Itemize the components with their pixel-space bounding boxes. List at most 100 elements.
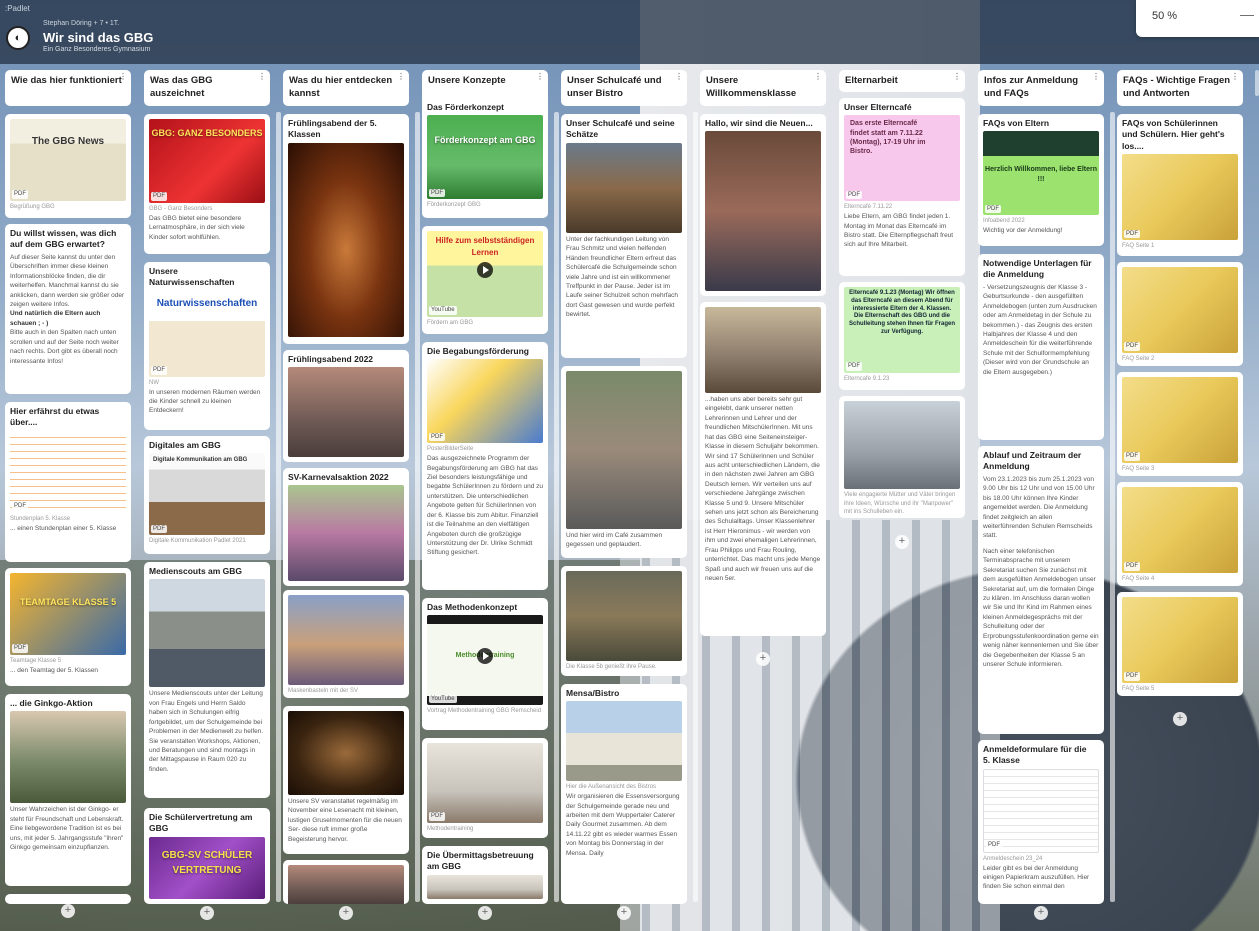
post-card[interactable]: SV-Karnevalsaktion 2022 [283,468,409,586]
column-header[interactable]: Elternarbeit ⋮ [839,70,965,92]
post-card[interactable]: Digitales am GBG Digitale Kommunikation … [144,436,270,554]
post-card[interactable]: ...haben uns aber bereits sehr gut einge… [700,302,826,636]
add-post-icon[interactable]: + [478,906,492,920]
attachment-caption: FAQ Seite 3 [1122,466,1155,472]
post-card[interactable]: PDF FAQ Seite 4 [1117,482,1243,586]
post-card[interactable]: Elterncafé 9.1.23 (Montag) Wir öffnen da… [839,282,965,390]
post-card[interactable] [5,894,131,904]
photo [566,371,682,529]
add-post-icon[interactable]: + [339,906,353,920]
zoom-out-button[interactable]: — [1240,6,1254,22]
column-header[interactable]: FAQs - Wichtige Fragen und Antworten ⋮ [1117,70,1243,106]
zoom-control[interactable]: 50 % — [1136,0,1259,37]
post-card[interactable]: Mensa/Bistro Hier die Außenansicht des B… [561,684,687,904]
more-icon[interactable]: ⋮ [397,73,405,81]
padlet-brand[interactable]: :Padlet [5,4,30,13]
post-title: FAQs von Eltern [983,118,1050,128]
post-card[interactable]: Ablauf und Zeitraum der Anmeldung Vom 23… [978,446,1104,734]
post-card[interactable]: Die Klasse 5b genießt ihre Pause. [561,566,687,676]
post-card[interactable]: Die Übermittagsbetreuung am GBG [422,846,548,904]
page-title: Wir sind das GBG [43,30,154,45]
post-card[interactable]: Hallo, wir sind die Neuen... [700,114,826,296]
post-card[interactable]: TEAMTAGE KLASSE 5 PDF Teamtage Klasse 5 .… [5,568,131,686]
attachment-caption: Förderkonzept GBG [427,202,481,209]
more-icon[interactable]: ⋮ [536,73,544,81]
post-card[interactable]: Notwendige Unterlagen für die Anmeldung … [978,254,1104,440]
post-card[interactable]: FAQs von Eltern Herzlich Willkommen, lie… [978,114,1104,246]
post-card[interactable]: Die Schülervertretung am GBG GBG-SV SCHÜ… [144,808,270,904]
post-card[interactable]: PDF FAQ Seite 2 [1117,262,1243,366]
column-header[interactable]: Wie das hier funktioniert ⋮ [5,70,131,106]
post-card[interactable]: FAQs von Schülerinnen und Schülern. Hier… [1117,114,1243,256]
column-title: Unsere Konzepte [428,75,506,86]
page-subtitle: Ein Ganz Besonderes Gymnasium [43,46,151,53]
post-card[interactable]: Hilfe zum selbstständigen Lernen YouTube … [422,226,548,334]
post-card[interactable]: Hier erfährst du etwas über.... PDF Stun… [5,402,131,562]
column-scrollbar[interactable] [693,112,698,902]
attachment-caption: Die Klasse 5b genießt ihre Pause. [566,664,657,670]
more-icon[interactable]: ⋮ [1231,73,1239,81]
add-post-icon[interactable]: + [1034,906,1048,920]
more-icon[interactable]: ⋮ [258,73,266,81]
post-title: ... die Ginkgo-Aktion [10,698,93,708]
post-card[interactable]: The GBG News PDF Begrüßung GBG [5,114,131,218]
column-header[interactable]: Unsere Willkommensklasse ⋮ [700,70,826,106]
more-icon[interactable]: ⋮ [1092,73,1100,81]
more-icon[interactable]: ⋮ [953,73,961,81]
play-icon[interactable] [477,261,493,278]
board-scrollbar[interactable] [1255,70,1259,96]
post-card[interactable]: Unser Schulcafé und seine Schätze Unter … [561,114,687,358]
post-card[interactable]: Du willst wissen, was dich auf dem GBG e… [5,224,131,394]
post-title: Digitales am GBG [149,440,221,450]
post-card[interactable]: ... die Ginkgo-Aktion Unser Wahrzeichen … [5,694,131,886]
column-header[interactable]: Infos zur Anmeldung und FAQs ⋮ [978,70,1104,106]
more-icon[interactable]: ⋮ [119,73,127,81]
post-card[interactable]: Anmeldeformulare für die 5. Klasse PDF A… [978,740,1104,904]
post-card[interactable]: Frühlingsabend 2022 [283,350,409,462]
pdf-thumbnail: Digitale Kommunikation am GBG PDF [149,453,265,536]
column-title: Wie das hier funktioniert [11,75,122,86]
post-card[interactable]: PDF FAQ Seite 3 [1117,372,1243,476]
attachment-caption: PosterBilderSeite [427,446,474,453]
column-header[interactable]: Was das GBG auszeichnet ⋮ [144,70,270,106]
post-title: Die Schülervertretung am GBG [149,812,253,834]
add-post-icon[interactable]: + [61,904,75,918]
post-card[interactable]: Maskenbasteln mit der SV [283,590,409,698]
post-body: ... den Teamtag der 5. Klassen [10,666,99,674]
attachment-caption: Viele engagierte Mütter und Väter bringe… [844,492,956,516]
post-card[interactable]: Unser Elterncafé Das erste Elterncafé fi… [839,98,965,276]
post-card[interactable]: Und hier wird im Café zusammen gegessen … [561,366,687,558]
post-card[interactable]: Unsere SV veranstaltet regelmäßig im Nov… [283,706,409,854]
post-card[interactable]: Unsere Naturwissenschaften Naturwissensc… [144,262,270,430]
post-card[interactable]: Das Förderkonzept Förderkonzept am GBG PD… [422,98,548,218]
post-card[interactable] [283,860,409,904]
post-card[interactable]: Frühlingsabend der 5. Klassen [283,114,409,344]
pdf-thumbnail: PDF [1122,487,1238,573]
column-header[interactable]: Was du hier entdecken kannst ⋮ [283,70,409,106]
add-post-icon[interactable]: + [1173,712,1187,726]
post-card[interactable]: GBG: GANZ BESONDERS PDF GBG - Ganz Besond… [144,114,270,254]
attachment-caption: Infoabend 2022 [983,218,1025,225]
add-post-icon[interactable]: + [895,535,909,549]
post-card[interactable]: PDF Methodentraining [422,738,548,838]
column-scrollbar[interactable] [1110,112,1115,902]
column-scrollbar[interactable] [554,112,559,902]
post-title: Unser Schulcafé und seine Schätze [566,118,675,140]
add-post-icon[interactable]: + [756,652,770,666]
column-scrollbar[interactable] [415,112,420,902]
add-post-icon[interactable]: + [200,906,214,920]
post-card[interactable]: Das Methodenkonzept MethodentrainingYouT… [422,598,548,730]
post-card[interactable]: Medienscouts am GBG Unsere Medienscouts … [144,562,270,798]
add-post-icon[interactable]: + [617,906,631,920]
more-icon[interactable]: ⋮ [675,73,683,81]
pdf-thumbnail: GBG: GANZ BESONDERS PDF [149,119,265,203]
post-card[interactable]: Viele engagierte Mütter und Väter bringe… [839,396,965,518]
post-card[interactable]: PDF FAQ Seite 5 [1117,592,1243,696]
post-card[interactable]: Die Begabungsförderung PDF PosterBilderS… [422,342,548,590]
photo [10,711,126,804]
column-header[interactable]: Unser Schulcafé und unser Bistro ⋮ [561,70,687,106]
column-scrollbar[interactable] [276,112,281,902]
play-icon[interactable] [477,647,493,664]
school-logo-icon: ◐ [6,26,30,50]
more-icon[interactable]: ⋮ [814,73,822,81]
